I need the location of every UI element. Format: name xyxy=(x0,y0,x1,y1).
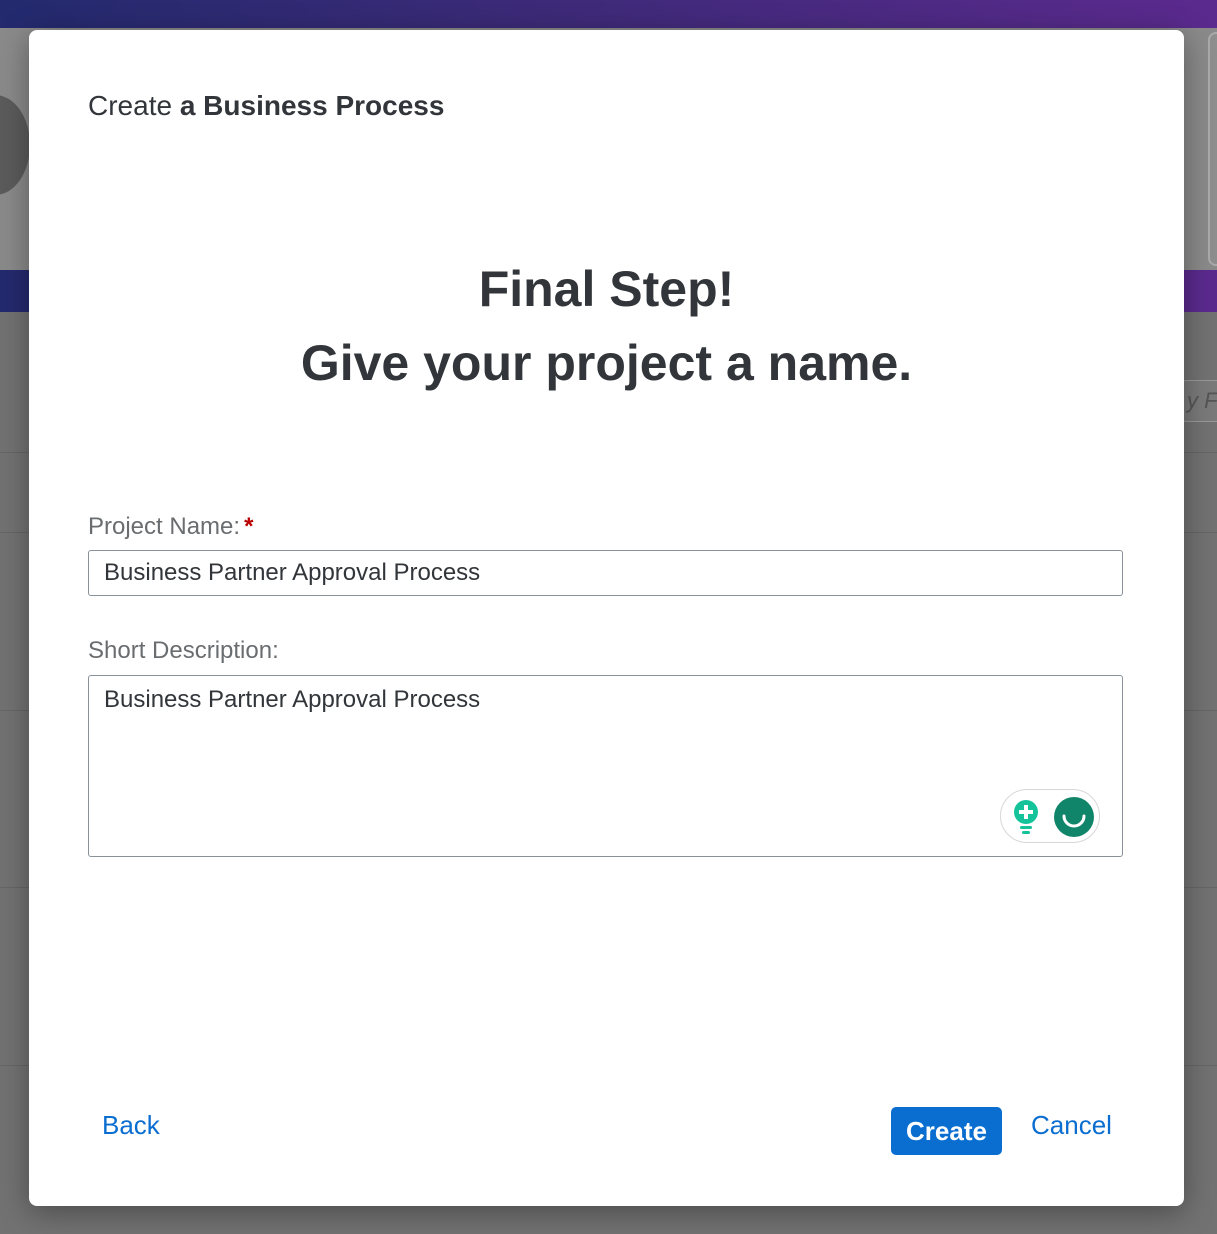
create-business-process-dialog: Create a Business Process Final Step! Gi… xyxy=(29,30,1184,1206)
create-button[interactable]: Create xyxy=(891,1107,1002,1155)
step-heading: Final Step! Give your project a name. xyxy=(29,252,1184,400)
project-name-label: Project Name: * xyxy=(88,513,253,541)
step-heading-line2: Give your project a name. xyxy=(300,335,913,391)
background-search-field: y F xyxy=(1180,380,1217,422)
grammar-assistant-icon[interactable] xyxy=(1053,796,1095,838)
dialog-title-prefix: Create xyxy=(88,90,173,121)
required-marker: * xyxy=(244,513,254,540)
project-name-label-text: Project Name: xyxy=(88,513,241,540)
short-description-textarea[interactable]: Business Partner Approval Process xyxy=(88,675,1123,857)
back-button[interactable]: Back xyxy=(102,1110,160,1141)
project-name-input[interactable] xyxy=(88,550,1123,596)
short-description-value: Business Partner Approval Process xyxy=(104,686,481,713)
cancel-button[interactable]: Cancel xyxy=(1031,1110,1112,1141)
step-heading-line1: Final Step! xyxy=(478,261,735,317)
dialog-title-strong: a Business Process xyxy=(179,90,445,121)
background-card xyxy=(1208,32,1217,266)
writing-assistant-widget[interactable] xyxy=(1000,789,1100,843)
lightbulb-icon[interactable] xyxy=(1011,799,1041,835)
dialog-title: Create a Business Process xyxy=(88,90,444,122)
short-description-label: Short Description: xyxy=(88,637,279,664)
